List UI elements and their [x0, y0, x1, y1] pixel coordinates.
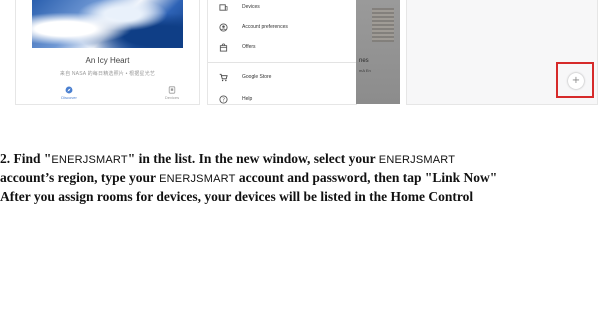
account-icon	[219, 23, 228, 32]
menu-item-google-store[interactable]: Google Store	[208, 70, 356, 86]
help-icon: ?	[219, 95, 228, 104]
offers-icon	[219, 43, 228, 52]
nav-label-discover: Discover	[61, 95, 77, 100]
instruction-text-segment: " in the list. In the new window, select…	[127, 151, 379, 166]
add-button[interactable]: +	[568, 73, 584, 89]
menu-item-devices[interactable]: Devices	[208, 0, 356, 16]
dimmed-background: nes mA En	[356, 0, 400, 104]
nav-item-discover[interactable]: Discover	[49, 84, 89, 100]
add-button-highlight: +	[556, 62, 594, 98]
instruction-text: 2. Find "ENERJSMART" in the list. In the…	[0, 150, 614, 206]
featured-photo[interactable]	[32, 0, 183, 48]
photo-caption: 来自 NASA 的每日精选照片 • 根据星光艺	[59, 71, 156, 77]
menu-item-account-preferences[interactable]: Account preferences	[208, 20, 356, 36]
menu-label-help: Help	[242, 96, 253, 102]
menu-item-help[interactable]: ? Help	[208, 92, 356, 104]
menu-label-offers: Offers	[242, 44, 256, 50]
devices-icon	[168, 86, 176, 94]
brand-name: ENERJSMART	[159, 173, 236, 185]
instruction-text-segment: account and password, then tap "Link Now…	[235, 170, 498, 185]
photo-card-screen: An Icy Heart 来自 NASA 的每日精选照片 • 根据星光艺 Dis…	[16, 0, 199, 104]
devices-icon	[219, 4, 228, 11]
menu-label-devices: Devices	[242, 4, 260, 10]
bottom-navigation: Discover Devices	[16, 84, 199, 104]
drawer-menu: Devices Account preferences Offers Googl…	[208, 0, 356, 104]
instruction-line-2: account’s region, type your ENERJSMART a…	[0, 169, 614, 188]
instruction-text-segment: account’s region, type your	[0, 170, 160, 185]
background-thumbnail	[372, 8, 394, 42]
photo-title: An Icy Heart	[85, 56, 130, 65]
menu-label-google-store: Google Store	[242, 74, 272, 80]
instruction-line-1: 2. Find "ENERJSMART" in the list. In the…	[0, 150, 614, 169]
menu-divider	[208, 62, 356, 63]
nav-label-devices: Devices	[164, 95, 180, 100]
instruction-line-3: After you assign rooms for devices, your…	[0, 189, 474, 204]
cart-icon	[219, 73, 228, 82]
background-text-1: nes	[359, 58, 369, 64]
instruction-text-segment: 2. Find "	[0, 151, 52, 166]
menu-label-account-preferences: Account preferences	[242, 24, 288, 30]
brand-name: ENERJSMART	[378, 154, 456, 166]
svg-text:?: ?	[222, 97, 225, 103]
nav-item-devices[interactable]: Devices	[152, 84, 192, 100]
menu-item-offers[interactable]: Offers	[208, 40, 356, 56]
background-text-2: mA En	[359, 68, 371, 73]
home-control-screen: +	[407, 0, 597, 104]
brand-name: ENERJSMART	[51, 154, 128, 166]
compass-icon	[65, 86, 73, 94]
